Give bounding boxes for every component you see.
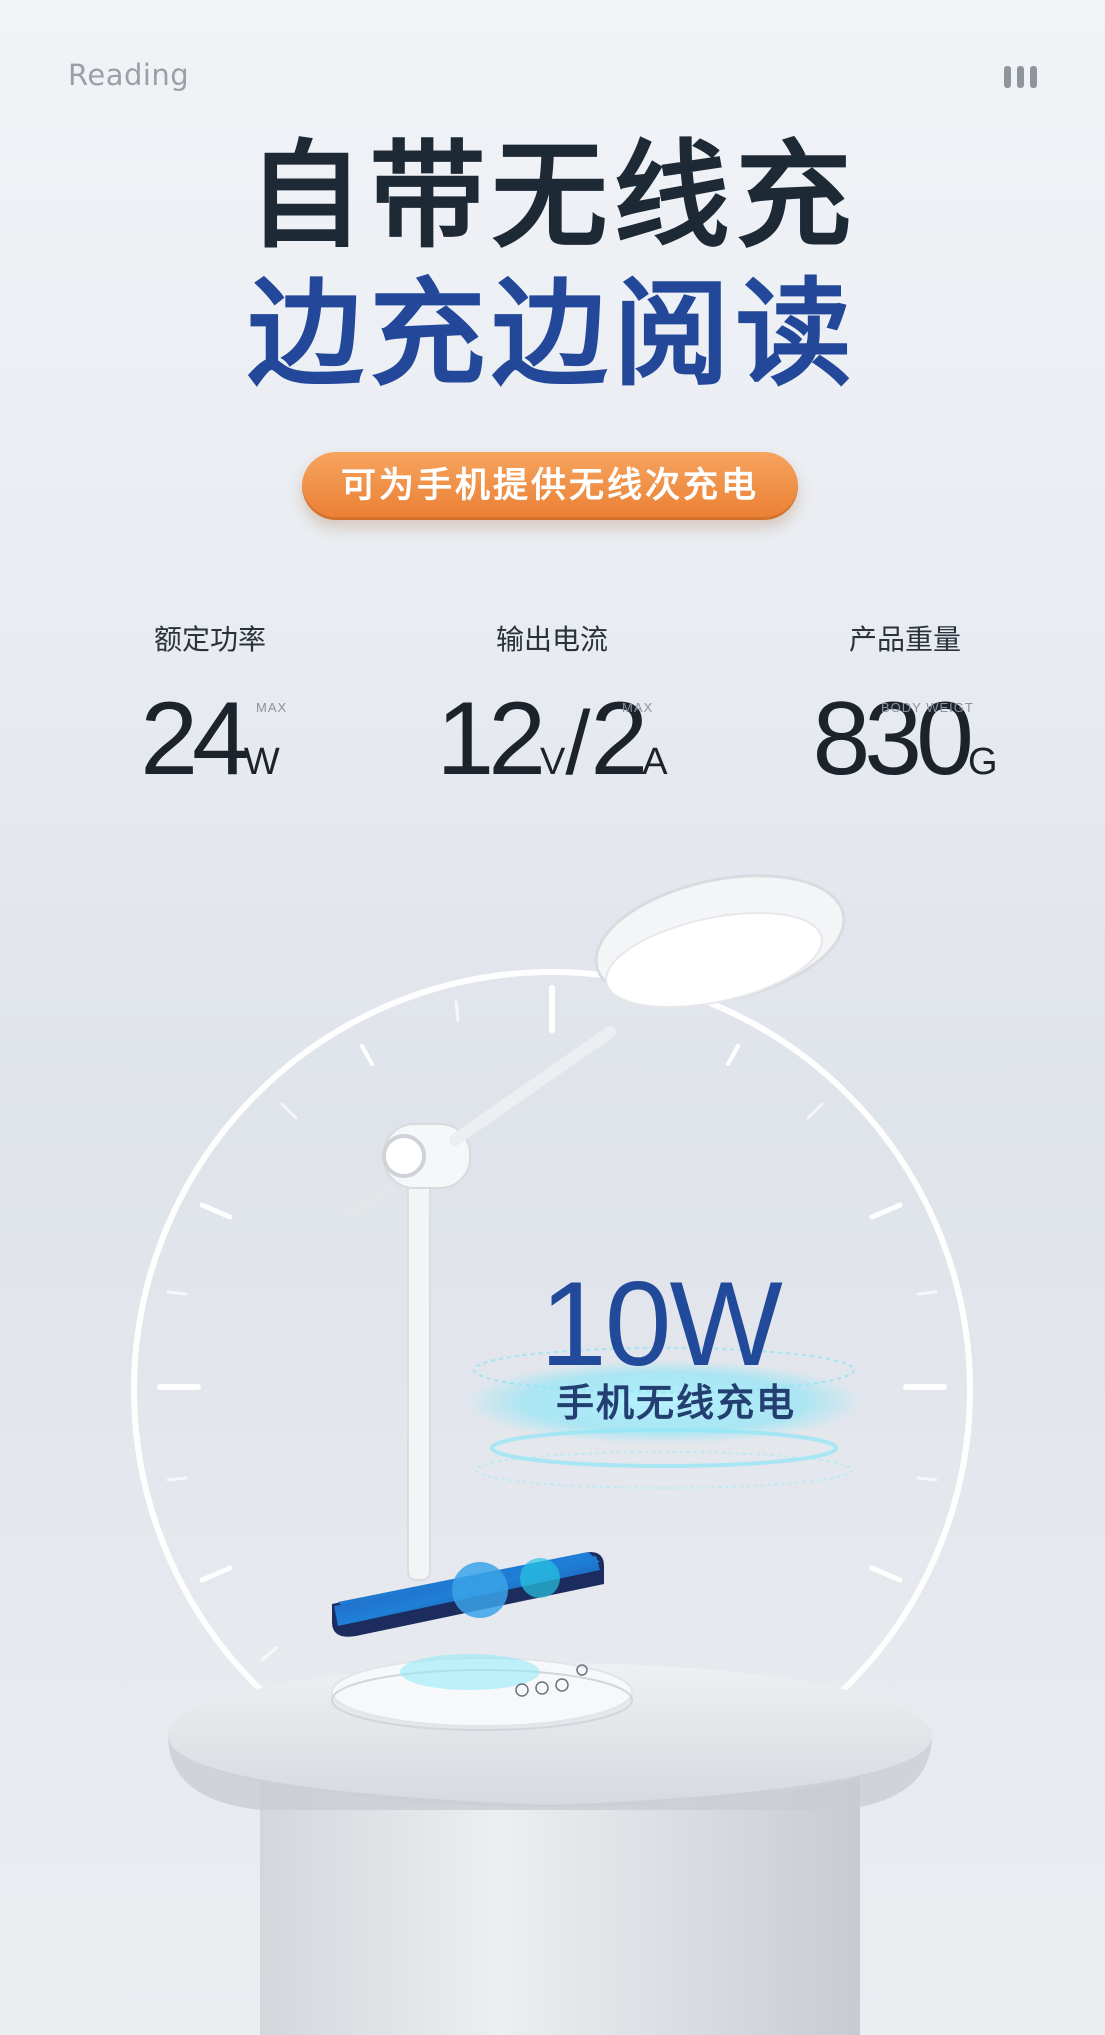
feature-caption: 手机无线充电 bbox=[556, 1381, 797, 1425]
product-illustration bbox=[131, 874, 973, 2035]
smartphone-illustration bbox=[332, 1552, 604, 1637]
